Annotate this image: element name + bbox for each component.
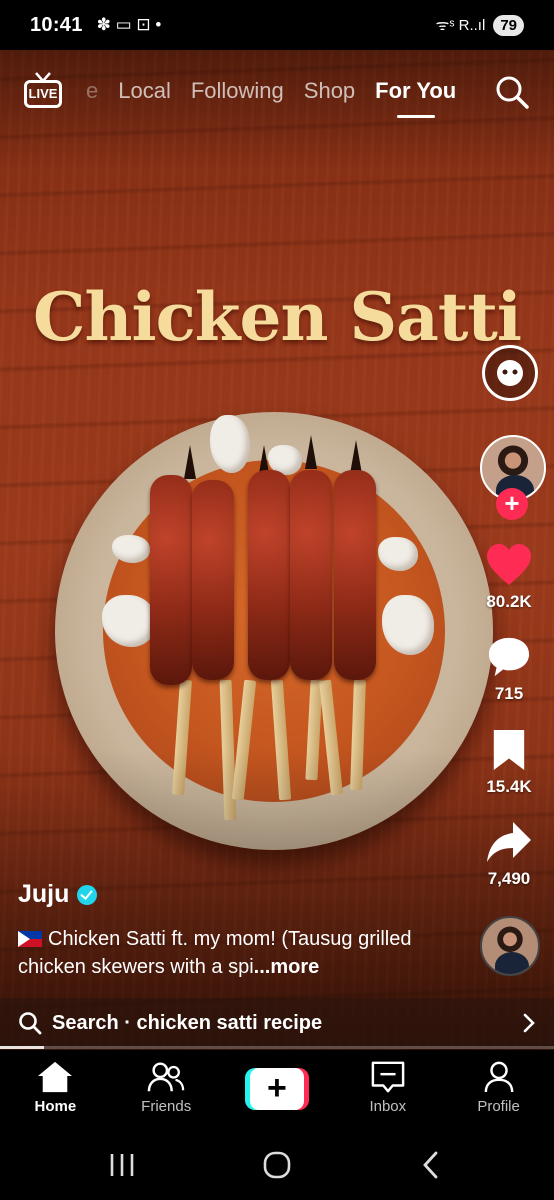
search-icon[interactable] [494, 74, 530, 110]
comment-icon [488, 637, 530, 677]
philippines-flag-icon [18, 931, 42, 947]
like-count: 80.2K [486, 592, 532, 611]
comment-button[interactable]: 715 [464, 635, 554, 704]
like-button[interactable]: 80.2K [464, 543, 554, 612]
live-label: LIVE [24, 80, 62, 108]
ai-face-icon [497, 360, 523, 386]
notification-icons: ✽ ▭ ⊡ • [96, 15, 162, 34]
nav-friends[interactable]: Friends [111, 1050, 222, 1128]
post-caption-block: Juju Chicken Satti ft. my mom! (Tausug g… [18, 880, 468, 981]
share-arrow-icon [487, 822, 531, 862]
chicken-skewer [192, 480, 234, 680]
creator-username[interactable]: Juju [18, 880, 468, 909]
inbox-icon [371, 1061, 405, 1093]
caption-body: Chicken Satti ft. my mom! (Tausug grille… [18, 928, 412, 978]
battery-indicator: 79 [493, 14, 524, 36]
chevron-right-icon [523, 1013, 535, 1033]
nav-friends-label: Friends [141, 1098, 192, 1115]
signal-icon: ᯤˢ R..ıl [435, 17, 486, 34]
live-button[interactable]: LIVE [22, 72, 64, 112]
system-nav-bar [0, 1128, 554, 1200]
tab-local[interactable]: Local [118, 78, 171, 104]
home-circle-icon[interactable] [257, 1148, 297, 1182]
comment-count: 715 [494, 684, 524, 703]
disc-figure [495, 952, 529, 974]
nav-inbox-label: Inbox [369, 1098, 407, 1115]
sound-disc[interactable] [480, 916, 540, 976]
nav-profile-label: Profile [477, 1098, 520, 1115]
status-bar: 10:41 ✽ ▭ ⊡ • ᯤˢ R..ıl 79 [0, 0, 554, 50]
tab-for-you[interactable]: For You [375, 78, 456, 118]
verified-badge-icon [77, 884, 98, 905]
feed-tabs: e Local Following Shop For You [86, 78, 456, 118]
rice-cake [210, 415, 250, 473]
chicken-skewer [334, 470, 376, 680]
share-count: 7,490 [487, 869, 531, 888]
search-icon [19, 1012, 42, 1035]
chicken-skewer [290, 470, 332, 680]
skewer-tip [350, 440, 362, 474]
video-progress-bar[interactable] [0, 1046, 554, 1049]
bottom-nav: Home Friends + Inbox Profile [0, 1050, 554, 1128]
nav-create[interactable]: + [222, 1050, 333, 1128]
status-time: 10:41 [30, 13, 83, 36]
skewer-tip [305, 435, 317, 469]
bookmark-icon [493, 730, 525, 770]
video-overlay-title: Chicken Satti [33, 278, 522, 356]
chicken-skewer [150, 475, 192, 685]
tab-partial[interactable]: e [86, 78, 98, 104]
heart-icon [487, 544, 531, 585]
rice-cake [112, 535, 150, 563]
plus-icon: + [249, 1068, 304, 1110]
caption-text[interactable]: Chicken Satti ft. my mom! (Tausug grille… [18, 925, 468, 981]
top-nav: LIVE e Local Following Shop For You [0, 60, 554, 124]
tab-following[interactable]: Following [191, 78, 284, 104]
nav-profile[interactable]: Profile [443, 1050, 554, 1128]
share-button[interactable]: 7,490 [464, 820, 554, 889]
recent-apps-icon[interactable] [102, 1148, 142, 1182]
friends-icon [147, 1062, 185, 1092]
home-icon [38, 1061, 73, 1093]
ai-assistant-button[interactable] [482, 345, 538, 401]
username-text: Juju [18, 880, 70, 908]
back-icon[interactable] [412, 1148, 452, 1182]
follow-button[interactable]: + [496, 488, 528, 520]
create-button[interactable]: + [244, 1068, 309, 1110]
bookmark-button[interactable]: 15.4K [464, 728, 554, 797]
skewer-tip [184, 445, 196, 479]
search-suggestion-text: Search · chicken satti recipe [52, 1011, 323, 1034]
tab-shop[interactable]: Shop [304, 78, 355, 104]
nav-inbox[interactable]: Inbox [332, 1050, 443, 1128]
bookmark-count: 15.4K [486, 777, 532, 796]
progress-fill [0, 1046, 45, 1049]
profile-icon [484, 1061, 513, 1093]
search-suggestion-bar[interactable]: Search · chicken satti recipe [0, 998, 554, 1048]
chicken-skewer [248, 470, 290, 680]
rice-cake [378, 537, 418, 571]
nav-home[interactable]: Home [0, 1050, 111, 1128]
more-link[interactable]: ...more [254, 956, 320, 978]
nav-home-label: Home [34, 1098, 77, 1115]
